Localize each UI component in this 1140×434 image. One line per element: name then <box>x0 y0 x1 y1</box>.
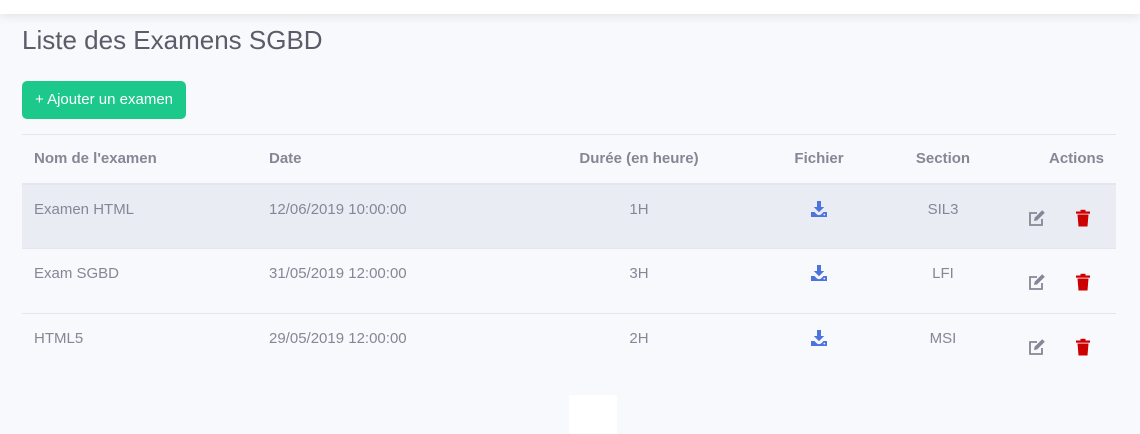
exams-table: Nom de l'examen Date Durée (en heure) Fi… <box>22 134 1116 379</box>
edit-icon[interactable] <box>1028 273 1046 291</box>
topbar <box>0 0 1140 14</box>
footer-scroll-area <box>569 395 617 434</box>
trash-icon[interactable] <box>1074 209 1092 227</box>
exam-date-cell: 29/05/2019 12:00:00 <box>269 330 407 347</box>
download-icon[interactable] <box>810 200 828 218</box>
column-header-date[interactable]: Date <box>257 135 521 184</box>
exam-duration-cell: 3H <box>629 265 649 282</box>
exam-section-cell: SIL3 <box>927 200 959 218</box>
table-row: Exam SGBD 31/05/2019 12:00:00 3H LFI <box>22 248 1116 314</box>
exam-actions-cell <box>1005 314 1116 379</box>
trash-icon[interactable] <box>1074 273 1092 291</box>
exam-section-cell: LFI <box>932 265 954 282</box>
exam-section-cell: MSI <box>929 330 957 347</box>
column-header-actions: Actions <box>1048 150 1104 168</box>
edit-icon[interactable] <box>1028 338 1046 356</box>
exam-duration-cell: 1H <box>629 200 649 218</box>
table-row: HTML5 29/05/2019 12:00:00 2H MSI <box>22 313 1116 379</box>
trash-icon[interactable] <box>1074 338 1092 356</box>
exam-name-cell: Examen HTML <box>34 200 135 218</box>
exam-actions-cell <box>1005 249 1116 314</box>
table-row: Examen HTML 12/06/2019 10:00:00 1H SIL3 <box>22 183 1116 249</box>
column-header-name[interactable]: Nom de l'examen <box>22 135 257 184</box>
download-icon[interactable] <box>810 329 828 347</box>
add-exam-button[interactable]: + Ajouter un examen <box>22 81 187 119</box>
exam-name-cell: HTML5 <box>34 330 84 347</box>
exam-duration-cell: 2H <box>629 330 649 347</box>
table-header-row: Nom de l'examen Date Durée (en heure) Fi… <box>22 134 1116 184</box>
exam-date-cell: 31/05/2019 12:00:00 <box>269 265 407 282</box>
exam-name-cell: Exam SGBD <box>34 265 120 282</box>
exam-actions-cell <box>1005 184 1116 249</box>
column-header-duration[interactable]: Durée (en heure) <box>521 135 757 184</box>
page-title: Liste des Examens SGBD <box>22 25 323 55</box>
column-header-section[interactable]: Section <box>881 135 1005 184</box>
exam-file-cell <box>757 314 881 379</box>
exam-file-cell <box>757 249 881 314</box>
exam-date-cell: 12/06/2019 10:00:00 <box>269 200 407 218</box>
column-header-file[interactable]: Fichier <box>757 135 881 184</box>
edit-icon[interactable] <box>1028 209 1046 227</box>
download-icon[interactable] <box>810 264 828 282</box>
exam-file-cell <box>757 184 881 249</box>
